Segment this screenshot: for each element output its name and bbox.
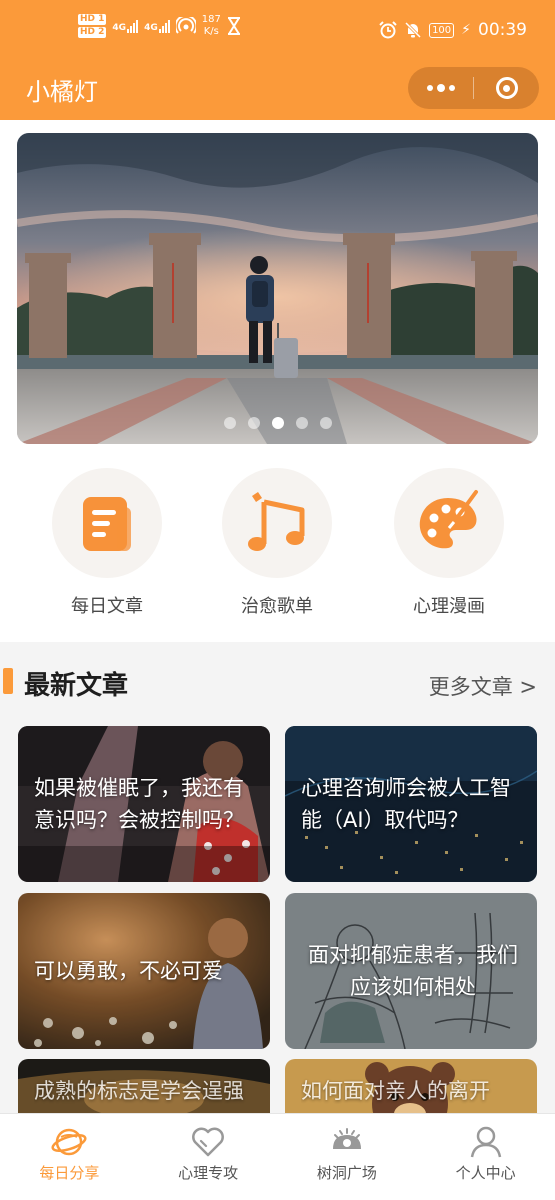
hotspot-icon <box>175 17 196 34</box>
network-type-1: 4G <box>112 23 127 33</box>
article-title: 如何面对亲人的离开 <box>301 1079 490 1103</box>
miniprogram-capsule <box>408 67 539 109</box>
carousel-dot[interactable] <box>271 417 284 429</box>
tab-profile[interactable]: 个人中心 <box>416 1114 555 1200</box>
signal-bars-icon <box>127 19 139 33</box>
article-title: 成熟的标志是学会逞强 <box>34 1079 244 1103</box>
alarm-icon <box>379 21 397 39</box>
tree-hole-icon <box>332 1128 361 1149</box>
network-speed: 187 K/s <box>202 14 221 38</box>
category-daily-articles[interactable]: 每日文章 <box>52 468 162 618</box>
palette-icon <box>419 490 478 549</box>
clock-time: 00:39 <box>478 20 527 40</box>
carousel-dot[interactable] <box>247 417 260 429</box>
category-icon-bg <box>394 468 504 578</box>
signal-1: 4G <box>112 19 139 33</box>
category-psych-comics[interactable]: 心理漫画 <box>394 468 504 618</box>
close-button[interactable] <box>474 67 539 109</box>
carousel-dot[interactable] <box>295 417 308 429</box>
bottom-tab-bar: 每日分享 心理专攻 树洞广场 个人中心 <box>0 1113 555 1200</box>
page-title: 小橘灯 <box>26 78 98 106</box>
hd1-badge: HD 1 <box>78 14 107 25</box>
music-note-icon <box>248 492 305 551</box>
carousel-dot[interactable] <box>319 417 332 429</box>
banner-carousel[interactable] <box>17 133 538 444</box>
tab-label: 每日分享 <box>39 1164 100 1182</box>
category-label: 治愈歌单 <box>241 596 313 617</box>
network-type-2: 4G <box>144 23 158 33</box>
hd-indicators: HD 1 HD 2 <box>78 14 107 38</box>
category-label: 心理漫画 <box>413 596 485 617</box>
mute-bell-icon <box>405 21 422 39</box>
battery-indicator: 100 <box>429 22 455 38</box>
more-articles-link[interactable]: 更多文章 > <box>429 671 537 701</box>
header: HD 1 HD 2 4G 4G 187 K/s 100 ⚡ 00:39 小橘灯 <box>0 0 555 120</box>
more-dots-icon <box>426 83 455 92</box>
article-title: 可以勇敢，不必可爱 <box>34 959 223 983</box>
section-accent-bar <box>3 668 13 694</box>
article-title: 如果被催眠了，我还有意识吗？会被控制吗？ <box>34 776 244 832</box>
section-title: 最新文章 <box>24 671 129 701</box>
planet-icon <box>51 1128 87 1156</box>
article-card[interactable]: 如果被催眠了，我还有意识吗？会被控制吗？ <box>18 726 270 882</box>
tab-label: 树洞广场 <box>316 1164 377 1182</box>
tab-psych-focus[interactable]: 心理专攻 <box>139 1114 278 1200</box>
category-icon-bg <box>222 468 332 578</box>
article-title: 心理咨询师会被人工智能（AI）取代吗？ <box>301 776 511 832</box>
category-icon-bg <box>52 468 162 578</box>
charging-icon: ⚡ <box>461 22 471 38</box>
hourglass-icon <box>227 17 240 35</box>
tab-label: 个人中心 <box>455 1164 516 1182</box>
signal-2: 4G <box>144 19 170 33</box>
more-button[interactable] <box>408 67 473 109</box>
article-icon <box>83 497 131 551</box>
status-left: HD 1 HD 2 4G 4G 187 K/s <box>78 14 241 38</box>
status-bar: HD 1 HD 2 4G 4G 187 K/s 100 ⚡ 00:39 <box>0 0 555 62</box>
category-label: 每日文章 <box>71 596 143 617</box>
hd2-badge: HD 2 <box>78 27 107 38</box>
signal-bars-icon <box>158 19 170 33</box>
tab-daily-share[interactable]: 每日分享 <box>0 1114 139 1200</box>
speed-value: 187 <box>201 14 221 25</box>
tab-label: 心理专攻 <box>178 1164 239 1182</box>
carousel-indicators <box>17 417 538 429</box>
heart-icon <box>192 1127 225 1157</box>
tab-tree-hole-square[interactable]: 树洞广场 <box>278 1114 417 1200</box>
category-healing-playlist[interactable]: 治愈歌单 <box>222 468 332 618</box>
article-card[interactable]: 心理咨询师会被人工智能（AI）取代吗？ <box>285 726 537 882</box>
article-card[interactable]: 面对抑郁症患者，我们应该如何相处 <box>285 893 537 1049</box>
speed-unit: K/s <box>203 26 219 37</box>
banner-image <box>17 133 538 444</box>
article-title: 面对抑郁症患者，我们应该如何相处 <box>308 943 518 999</box>
person-icon <box>470 1126 501 1158</box>
close-target-icon <box>495 77 518 99</box>
article-card[interactable]: 可以勇敢，不必可爱 <box>18 893 270 1049</box>
carousel-dot[interactable] <box>223 417 236 429</box>
status-right: 100 ⚡ 00:39 <box>379 20 527 40</box>
